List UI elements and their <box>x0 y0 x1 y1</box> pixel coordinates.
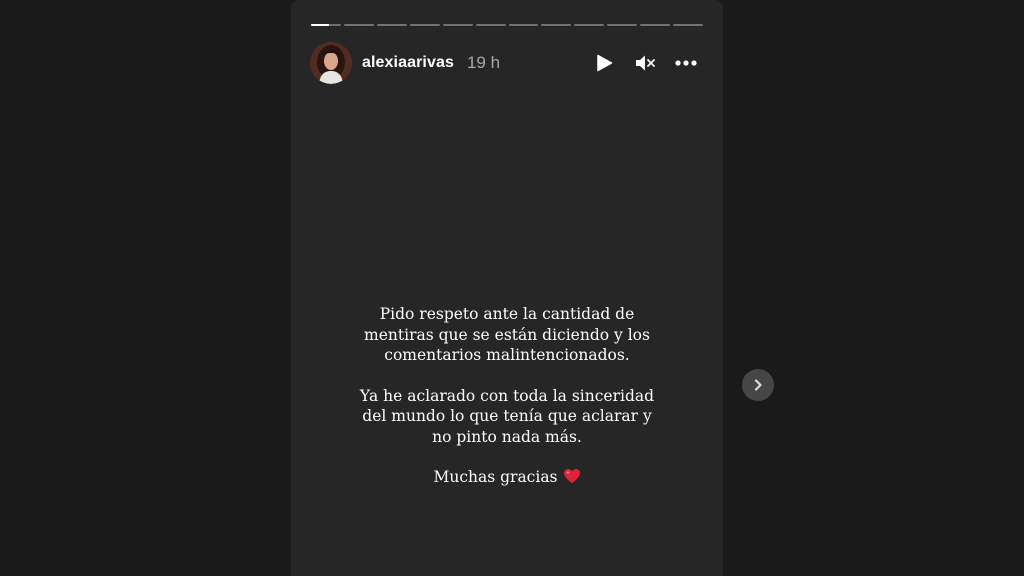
message-line: comentarios malintencionados. <box>384 346 630 364</box>
progress-segment <box>673 24 704 26</box>
story-controls <box>592 51 703 75</box>
message-line: no pinto nada más. <box>432 427 582 446</box>
message-line: Pido respeto ante la cantidad de <box>379 305 635 323</box>
progress-segment-fill <box>311 24 329 26</box>
play-button[interactable] <box>592 51 616 75</box>
message-line: Ya he aclarado con toda la sinceridad <box>359 386 655 405</box>
story-viewer: alexiaarivas 19 h Pido respeto ante la c… <box>0 0 1024 576</box>
message-paragraph-1: Pido respeto ante la cantidad de mentira… <box>357 304 657 366</box>
mute-button[interactable] <box>633 51 657 75</box>
progress-segment <box>475 24 506 26</box>
progress-segment <box>409 24 440 26</box>
progress-segment <box>607 24 638 26</box>
story-card[interactable]: alexiaarivas 19 h Pido respeto ante la c… <box>291 0 723 576</box>
progress-segment <box>442 24 473 26</box>
post-time: 19 h <box>466 53 501 72</box>
story-progress-bar <box>311 24 704 26</box>
progress-segment <box>541 24 572 26</box>
progress-segment <box>311 24 341 26</box>
more-options-button[interactable] <box>674 51 698 75</box>
red-heart-icon <box>563 468 581 490</box>
message-paragraph-3: Muchas gracias <box>357 467 657 490</box>
message-line: del mundo lo que tenía que aclarar y <box>362 407 652 425</box>
muted-speaker-icon <box>636 55 655 71</box>
message-line: mentiras que se están diciendo y los <box>364 325 650 344</box>
story-text: Pido respeto ante la cantidad de mentira… <box>291 304 723 510</box>
progress-segment <box>640 24 671 26</box>
message-paragraph-2: Ya he aclarado con toda la sinceridad de… <box>357 386 657 448</box>
more-options-icon <box>675 60 697 66</box>
progress-segment <box>376 24 407 26</box>
story-header: alexiaarivas 19 h <box>310 41 703 85</box>
avatar[interactable] <box>310 42 352 84</box>
username[interactable]: alexiaarivas <box>362 54 454 72</box>
chevron-right-icon <box>754 379 762 391</box>
play-icon <box>597 54 613 72</box>
next-story-button[interactable] <box>742 369 774 401</box>
progress-segment <box>574 24 605 26</box>
progress-segment <box>508 24 539 26</box>
progress-segment <box>343 24 374 26</box>
message-line: Muchas gracias <box>433 468 558 486</box>
